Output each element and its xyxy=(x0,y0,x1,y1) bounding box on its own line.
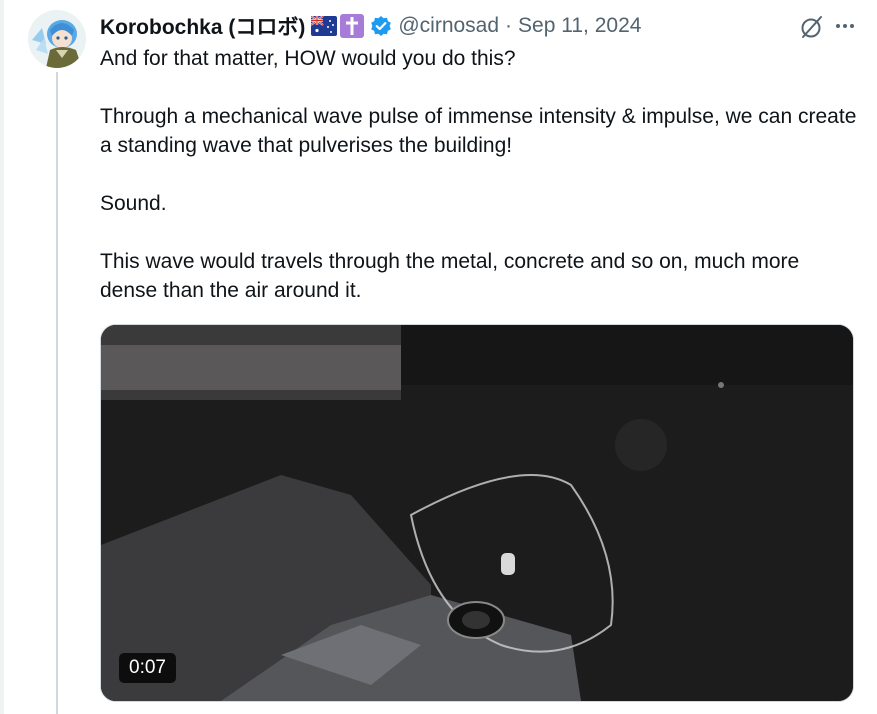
video-player[interactable]: 0:07 xyxy=(100,324,854,702)
tweet-text: And for that matter, HOW would you do th… xyxy=(100,44,860,334)
tweet-paragraph: Through a mechanical wave pulse of immen… xyxy=(100,105,857,157)
tweet-date[interactable]: Sep 11, 2024 xyxy=(518,14,641,38)
user-handle[interactable]: @cirnosad xyxy=(398,14,499,38)
display-name[interactable]: Korobochka (コロボ) xyxy=(100,11,305,41)
avatar[interactable] xyxy=(28,10,86,68)
latin-cross-icon xyxy=(340,14,365,38)
australia-flag-icon xyxy=(311,16,338,36)
tweet-page: Korobochka (コロボ) @cirnosad · Sep 11, 202… xyxy=(0,0,877,714)
verified-badge-icon[interactable] xyxy=(370,15,392,37)
video-frame xyxy=(101,325,853,701)
timeline-border xyxy=(0,0,4,714)
tweet-paragraph: And for that matter, HOW would you do th… xyxy=(100,47,516,70)
tweet-paragraph: This wave would travels through the meta… xyxy=(100,250,800,302)
tweet-header: Korobochka (コロボ) @cirnosad · Sep 11, 202… xyxy=(100,12,857,40)
tweet-paragraph: Sound. xyxy=(100,192,167,215)
separator-dot: · xyxy=(505,14,513,37)
thread-line xyxy=(56,72,58,714)
grok-icon[interactable] xyxy=(799,14,825,45)
more-icon[interactable] xyxy=(833,14,857,43)
video-duration: 0:07 xyxy=(119,653,176,683)
avatar-image xyxy=(28,10,86,68)
